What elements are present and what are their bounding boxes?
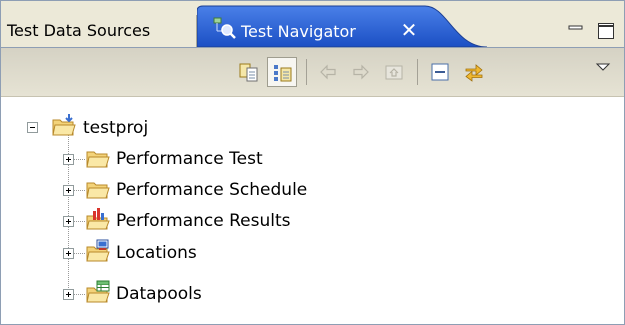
tree-connector — [73, 294, 85, 295]
collapse-toggle-icon[interactable] — [27, 122, 38, 133]
folder-icon — [85, 176, 111, 206]
tab-label: Test Data Sources — [7, 21, 151, 40]
tree-item-label: Locations — [116, 243, 197, 263]
maximize-icon[interactable] — [596, 21, 616, 41]
link-with-editor-icon[interactable] — [459, 57, 489, 87]
tab-test-navigator[interactable]: Test Navigator ✕ — [197, 5, 487, 47]
navigator-icon — [211, 16, 237, 44]
tree-connector — [73, 159, 85, 160]
home-icon[interactable] — [379, 57, 409, 87]
tree-root-label: testproj — [83, 118, 149, 138]
expand-toggle-icon[interactable] — [63, 248, 74, 259]
tree-connector — [73, 221, 85, 222]
tree-connector — [73, 253, 85, 254]
tree-item-label: Performance Results — [116, 211, 291, 231]
tree-item-label: Performance Test — [116, 149, 263, 169]
datapools-folder-icon — [85, 280, 111, 310]
view-toolbar — [1, 48, 624, 97]
results-folder-icon — [85, 207, 111, 237]
expand-toggle-icon[interactable] — [63, 185, 74, 196]
project-tree: testproj Performance Test Performance Sc… — [1, 97, 624, 324]
toolbar-separator — [417, 59, 418, 85]
locations-folder-icon — [85, 239, 111, 269]
view-menu-icon[interactable] — [589, 57, 619, 87]
collapse-all-icon[interactable] — [425, 57, 455, 87]
test-navigator-view: Test Data Sources Test Navigator ✕ testp… — [0, 0, 625, 325]
expand-toggle-icon[interactable] — [63, 216, 74, 227]
expand-toggle-icon[interactable] — [63, 289, 74, 300]
minimize-icon[interactable] — [566, 21, 586, 41]
show-logical-icon[interactable] — [267, 57, 297, 87]
show-resources-icon[interactable] — [234, 57, 264, 87]
close-icon[interactable]: ✕ — [398, 19, 420, 41]
tree-item-label: Datapools — [116, 284, 202, 304]
tab-test-data-sources[interactable]: Test Data Sources — [1, 15, 197, 47]
forward-arrow-icon[interactable] — [346, 57, 376, 87]
toolbar-separator — [306, 59, 307, 85]
tab-label: Test Navigator — [241, 22, 356, 41]
tree-connector — [73, 190, 85, 191]
tree-item-label: Performance Schedule — [116, 180, 308, 200]
expand-toggle-icon[interactable] — [63, 154, 74, 165]
project-folder-icon — [51, 113, 77, 143]
folder-icon — [85, 145, 111, 175]
back-arrow-icon[interactable] — [313, 57, 343, 87]
tab-strip: Test Data Sources Test Navigator ✕ — [1, 1, 624, 48]
